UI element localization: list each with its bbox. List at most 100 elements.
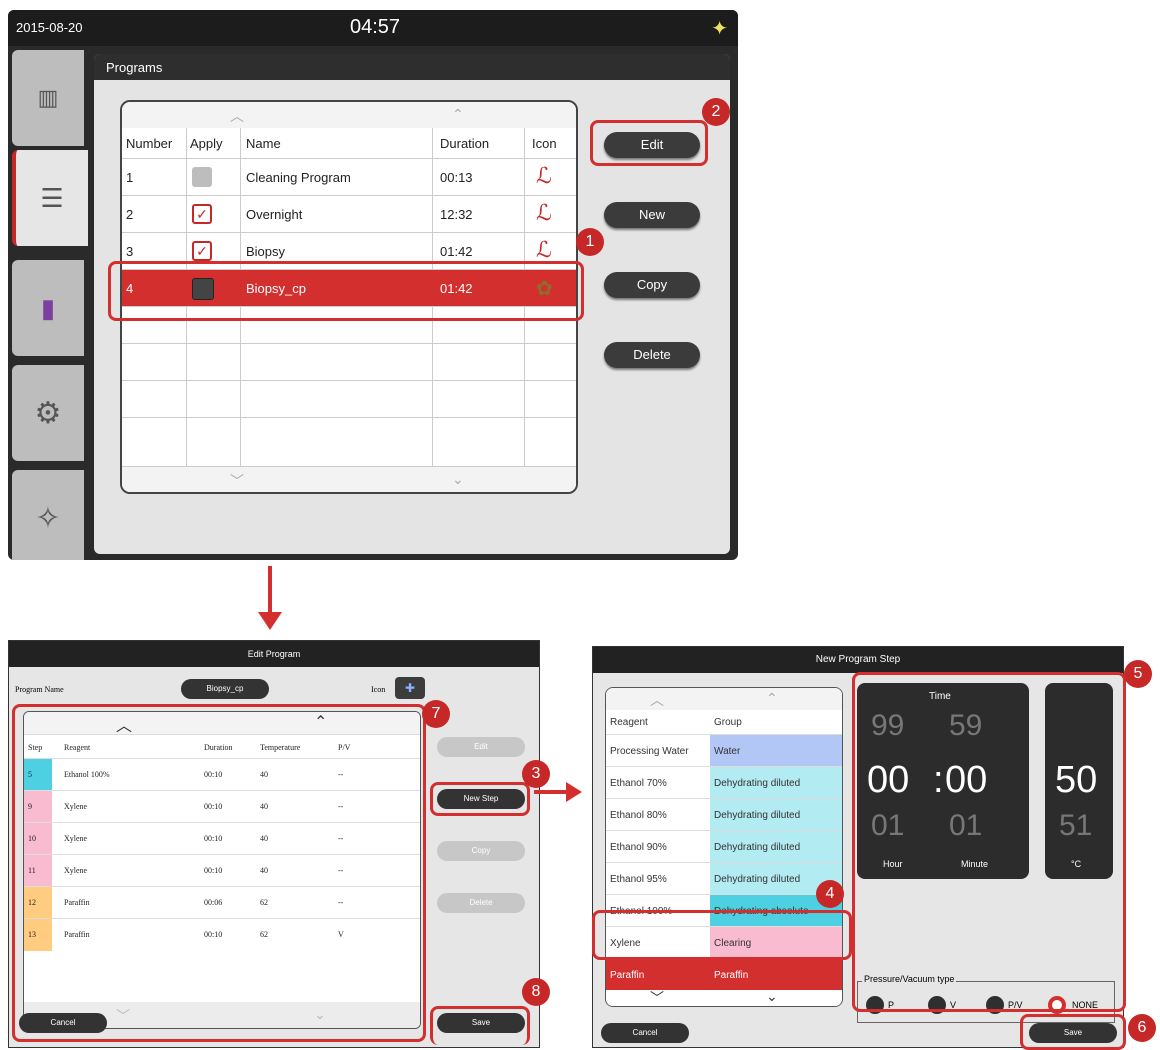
row-reagent: Ethanol 95% — [610, 874, 667, 885]
table-row[interactable]: 2 ✓ Overnight 12:32 ℒ — [122, 195, 576, 233]
scroll-down-icon[interactable]: ﹀ — [230, 471, 244, 491]
table-row[interactable]: Processing Water Water — [606, 734, 842, 767]
sidebar-tab-user[interactable]: ✧ — [12, 470, 84, 560]
row-name: Biopsy — [246, 244, 286, 259]
row-duration: 12:32 — [440, 207, 473, 222]
program-list-icon: ☰ — [40, 182, 64, 213]
delete-step-button[interactable]: Delete — [437, 893, 525, 913]
highlight-selected-row — [108, 261, 584, 321]
panel-title: Programs — [106, 60, 163, 75]
table-row[interactable]: Ethanol 95% Dehydrating diluted — [606, 862, 842, 895]
row-group: Dehydrating diluted — [714, 842, 801, 853]
program-logo-icon: ℒ — [536, 237, 552, 262]
table-row[interactable]: 1 Cleaning Program 00:13 ℒ — [122, 158, 576, 196]
edit-step-button[interactable]: Edit — [437, 737, 525, 757]
row-reagent: Processing Water — [610, 746, 689, 757]
scroll-down-icon[interactable]: ﹀ — [650, 988, 664, 1006]
table-row[interactable]: Ethanol 90% Dehydrating diluted — [606, 830, 842, 863]
new-button[interactable]: New — [604, 202, 700, 228]
sidebar-tab-reagents[interactable]: ▮ — [12, 260, 84, 356]
dialog-title: New Program Step — [593, 647, 1123, 673]
row-group: Dehydrating diluted — [714, 778, 801, 789]
apply-checkbox-checked[interactable]: ✓ — [192, 241, 212, 261]
table-row-selected[interactable]: Paraffin Paraffin — [606, 958, 842, 991]
callout-badge: 7 — [422, 700, 450, 728]
reagent-tubes-icon: ▮ — [40, 292, 56, 323]
callout-badge: 3 — [522, 760, 550, 788]
callout-badge: 1 — [576, 228, 604, 256]
row-number: 3 — [126, 244, 134, 259]
row-number: 2 — [126, 207, 134, 222]
row-number: 1 — [126, 170, 134, 185]
icon-label: Icon — [371, 685, 386, 694]
scroll-up-icon[interactable]: ︿ — [650, 690, 664, 710]
row-reagent: Ethanol 80% — [610, 810, 667, 821]
sidebar-tab-status[interactable]: ▥ — [12, 50, 84, 146]
col-number: Number — [126, 136, 173, 151]
row-duration: 01:42 — [440, 244, 473, 259]
icon-picker-button[interactable]: ✚ — [395, 677, 425, 699]
status-bar: 2015-08-20 04:57 ✦ — [8, 10, 738, 46]
highlight-save — [430, 1006, 530, 1045]
row-group: Paraffin — [714, 970, 749, 981]
scroll-bottom-icon[interactable]: ⌄ — [766, 988, 778, 1005]
user-icon[interactable]: ✦ — [711, 16, 728, 41]
program-logo-icon: ℒ — [536, 200, 552, 225]
row-group: Dehydrating diluted — [714, 810, 801, 821]
row-reagent: Paraffin — [610, 970, 645, 981]
cancel-button[interactable]: Cancel — [601, 1023, 689, 1043]
apply-checkbox[interactable] — [192, 167, 212, 187]
row-duration: 00:13 — [440, 170, 473, 185]
row-group: Water — [714, 746, 741, 757]
callout-badge: 5 — [1124, 660, 1152, 688]
program-logo-icon: ℒ — [536, 163, 552, 188]
arrow-head-right-icon — [566, 782, 582, 802]
highlight-paraffin-row — [592, 910, 852, 960]
user-settings-icon: ✧ — [35, 501, 61, 535]
callout-badge: 4 — [816, 880, 844, 908]
row-reagent: Ethanol 90% — [610, 842, 667, 853]
highlight-save — [1020, 1014, 1126, 1050]
table-header: Number Apply Name Duration Icon — [122, 128, 576, 158]
highlight-time-temp — [852, 672, 1126, 1012]
apply-checkbox-checked[interactable]: ✓ — [192, 204, 212, 224]
sidebar-tab-programs[interactable]: ☰ — [12, 150, 88, 246]
flow-arrow — [268, 566, 272, 618]
scroll-up-icon[interactable]: ︿ — [230, 106, 244, 126]
arrow-head-down-icon — [258, 612, 282, 630]
station-overview-icon: ▥ — [37, 85, 59, 110]
delete-button[interactable]: Delete — [604, 342, 700, 368]
table-row[interactable]: Ethanol 70% Dehydrating diluted — [606, 766, 842, 799]
highlight-new-step — [430, 782, 530, 816]
row-name: Overnight — [246, 207, 303, 222]
col-icon: Icon — [532, 136, 557, 151]
scroll-bottom-icon[interactable]: ⌄ — [452, 471, 464, 488]
table-row[interactable]: Ethanol 80% Dehydrating diluted — [606, 798, 842, 831]
program-name-label: Program Name — [15, 685, 64, 694]
highlight-edit-button — [590, 120, 708, 166]
copy-button[interactable]: Copy — [604, 272, 700, 298]
callout-badge: 2 — [702, 98, 730, 126]
col-duration: Duration — [440, 136, 490, 151]
scroll-top-icon[interactable]: ⌃ — [452, 106, 464, 123]
row-reagent: Ethanol 70% — [610, 778, 667, 789]
col-name: Name — [246, 136, 281, 151]
callout-badge: 6 — [1128, 1014, 1156, 1042]
sidebar-tab-settings[interactable]: ⚙ — [12, 365, 84, 461]
flow-arrow — [534, 790, 570, 794]
copy-step-button[interactable]: Copy — [437, 841, 525, 861]
scroll-top-icon[interactable]: ⌃ — [766, 690, 778, 707]
row-group: Dehydrating diluted — [714, 874, 801, 885]
highlight-steps-table — [12, 704, 426, 1042]
table-scroll-top: ︿ ⌃ — [122, 102, 576, 128]
col-reagent: Reagent — [610, 717, 648, 728]
callout-badge: 8 — [522, 978, 550, 1006]
date-display: 2015-08-20 — [16, 20, 83, 35]
row-name: Cleaning Program — [246, 170, 351, 185]
clock-display: 04:57 — [350, 16, 401, 38]
panel-header: Programs — [94, 54, 730, 80]
program-name-field[interactable]: Biopsy_cp — [181, 679, 269, 699]
gear-icon: ⚙ — [34, 396, 62, 430]
table-header: Reagent Group — [606, 710, 842, 734]
col-group: Group — [714, 717, 742, 728]
